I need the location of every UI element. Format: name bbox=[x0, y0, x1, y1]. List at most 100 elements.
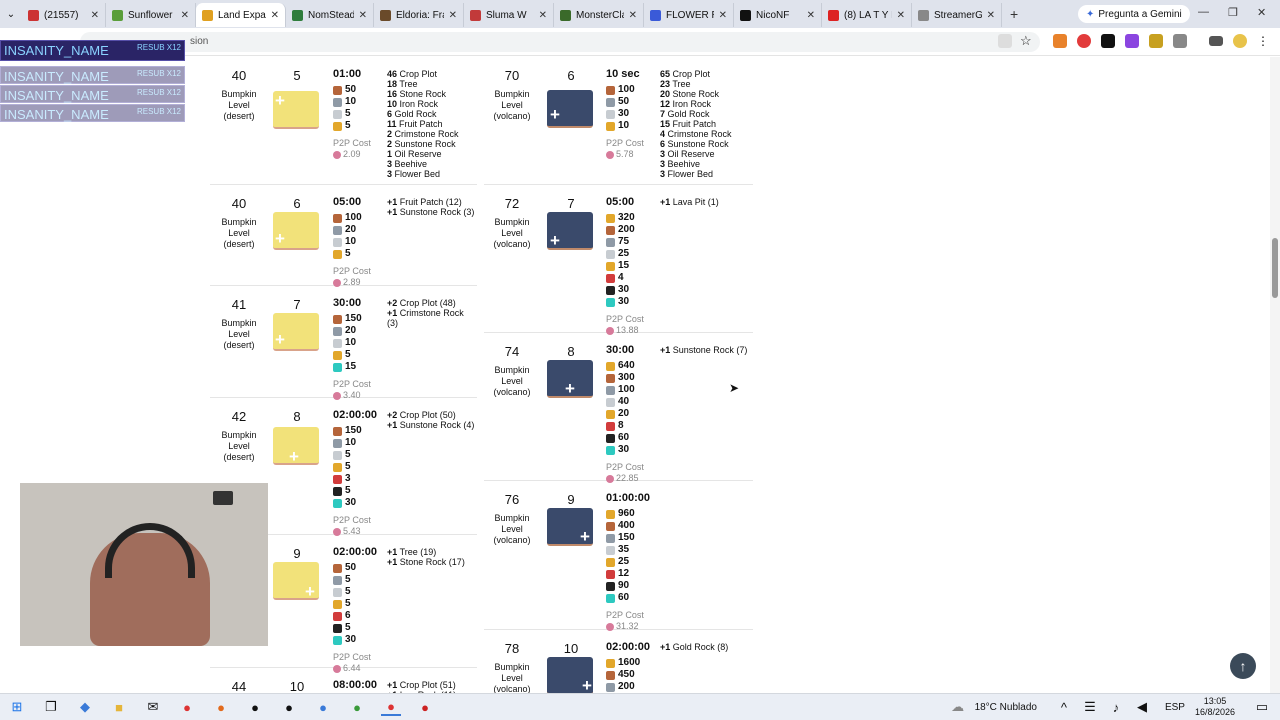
tray-chevron-icon[interactable]: ^ bbox=[1054, 698, 1074, 716]
resource-cost: 100 bbox=[606, 384, 635, 396]
diamond-icon bbox=[333, 362, 342, 372]
resource-cost: 960 bbox=[606, 508, 635, 520]
tab-8[interactable]: NicoNF ✕ bbox=[734, 3, 822, 27]
gold-icon bbox=[333, 350, 342, 360]
chat-overlay-entry: INSANITY_NAME RESUB X12 bbox=[0, 66, 185, 84]
profile-avatar[interactable] bbox=[1233, 34, 1247, 48]
tab-10[interactable]: StreamerGi ✕ bbox=[912, 3, 1002, 27]
copilot-icon[interactable]: ◆ bbox=[75, 698, 95, 716]
close-tab-icon[interactable]: ✕ bbox=[629, 10, 637, 21]
scrollbar-thumb[interactable] bbox=[1272, 238, 1278, 298]
plus-icon: + bbox=[305, 582, 315, 601]
tab-2[interactable]: Land Expan ✕ bbox=[196, 3, 286, 27]
new-tab-icon[interactable]: + bbox=[1010, 6, 1018, 22]
chrome-active-icon[interactable]: ● bbox=[381, 698, 401, 716]
iron-icon bbox=[333, 450, 342, 460]
resource-cost: 20 bbox=[333, 224, 362, 236]
node-item: 16 Stone Rock bbox=[387, 89, 447, 99]
weather-icon[interactable]: ☁ bbox=[948, 698, 968, 716]
language-indicator[interactable]: ESP bbox=[1165, 702, 1185, 713]
reading-list-icon[interactable] bbox=[1209, 36, 1223, 46]
resource-cost: 10 bbox=[333, 236, 362, 248]
translate-icon[interactable] bbox=[998, 34, 1012, 48]
tab-5[interactable]: Sluma W ✕ bbox=[464, 3, 554, 27]
page-scrollbar[interactable] bbox=[1270, 57, 1280, 693]
app-icon[interactable]: ● bbox=[313, 698, 333, 716]
scroll-to-top-button[interactable]: ↑ bbox=[1230, 653, 1256, 679]
task-view-icon[interactable]: ❐ bbox=[41, 698, 61, 716]
close-tab-icon[interactable]: ✕ bbox=[271, 10, 279, 21]
close-tab-icon[interactable]: ✕ bbox=[897, 10, 905, 21]
app-icon[interactable]: ● bbox=[245, 698, 265, 716]
resource-cost: 150 bbox=[606, 532, 635, 544]
build-time: 30:00 bbox=[606, 344, 635, 356]
close-tab-icon[interactable]: ✕ bbox=[91, 10, 99, 21]
resource-cost: 5 bbox=[333, 574, 356, 586]
resource-cost: 50 bbox=[333, 84, 356, 96]
resource-cost: 75 bbox=[606, 236, 635, 248]
app-icon[interactable]: ● bbox=[347, 698, 367, 716]
extension-icon[interactable] bbox=[1101, 34, 1115, 48]
resource-cost: 30 bbox=[606, 108, 635, 120]
close-tab-icon[interactable]: ✕ bbox=[539, 10, 547, 21]
tab-4[interactable]: Eldoria: Fra ✕ bbox=[374, 3, 464, 27]
app-icon[interactable]: ● bbox=[279, 698, 299, 716]
firefox-icon[interactable]: ● bbox=[211, 698, 231, 716]
close-window-icon[interactable]: ✕ bbox=[1257, 6, 1266, 19]
resource-cost: 90 bbox=[606, 580, 635, 592]
mail-icon[interactable]: ✉ bbox=[143, 698, 163, 716]
microphone-icon[interactable]: ♪ bbox=[1106, 698, 1126, 716]
mouse-cursor-icon: ➤ bbox=[729, 381, 740, 395]
clock[interactable]: 13:05 16/8/2026 bbox=[1195, 696, 1235, 718]
file-explorer-icon[interactable]: ■ bbox=[109, 698, 129, 716]
close-tab-icon[interactable]: ✕ bbox=[181, 10, 189, 21]
close-tab-icon[interactable]: ✕ bbox=[359, 10, 367, 21]
wood-icon bbox=[606, 225, 615, 235]
p2p-cost: P2P Cost 5.78 bbox=[606, 138, 644, 159]
address-bar[interactable]: sion bbox=[80, 32, 1040, 52]
tab-1[interactable]: Sunflower L ✕ bbox=[106, 3, 196, 27]
gold-icon bbox=[606, 658, 615, 668]
volume-icon[interactable]: ◀ bbox=[1132, 698, 1152, 716]
gemini-button[interactable]: ✦ Pregunta a Gemini bbox=[1078, 5, 1190, 23]
tab-7[interactable]: FLOWER Re ✕ bbox=[644, 3, 734, 27]
resource-cost: 320 bbox=[606, 212, 635, 224]
notification-icon[interactable]: ▭ bbox=[1252, 698, 1272, 716]
close-tab-icon[interactable]: ✕ bbox=[987, 10, 995, 21]
node-item: 46 Crop Plot bbox=[387, 69, 438, 79]
extension-icon[interactable] bbox=[1125, 34, 1139, 48]
node-list: +1 Fruit Patch (12) +1 Sunstone Rock (3) bbox=[387, 197, 474, 217]
chrome-icon[interactable]: ● bbox=[177, 698, 197, 716]
weather-text[interactable]: 18°C Nublado bbox=[975, 702, 1037, 713]
oil-icon bbox=[333, 623, 342, 633]
extension-icon[interactable] bbox=[1077, 34, 1091, 48]
node-item: 10 Iron Rock bbox=[387, 99, 439, 109]
windows-start-icon[interactable]: ⊞ bbox=[7, 698, 27, 716]
restore-icon[interactable]: ❐ bbox=[1228, 6, 1238, 19]
metamask-extension-icon[interactable] bbox=[1053, 34, 1067, 48]
resource-cost: 200 bbox=[606, 224, 635, 236]
close-tab-icon[interactable]: ✕ bbox=[719, 10, 727, 21]
tab-0[interactable]: (21557) ✕ bbox=[22, 3, 106, 27]
tab-9[interactable]: (8) LA T Y L ✕ bbox=[822, 3, 912, 27]
more-menu-icon[interactable]: ⋮ bbox=[1257, 34, 1271, 48]
tab-3[interactable]: NomStead ✕ bbox=[286, 3, 374, 27]
chat-overlay-entry: INSANITY_NAME RESUB X12 bbox=[0, 40, 185, 61]
close-tab-icon[interactable]: ✕ bbox=[449, 10, 457, 21]
bookmark-star-icon[interactable]: ☆ bbox=[1020, 33, 1034, 48]
tab-menu-chevron-icon[interactable]: ⌄ bbox=[4, 5, 18, 23]
close-tab-icon[interactable]: ✕ bbox=[807, 10, 815, 21]
resource-cost: 30 bbox=[606, 284, 635, 296]
plus-icon: + bbox=[275, 229, 285, 248]
extension-icon[interactable] bbox=[1149, 34, 1163, 48]
resource-cost: 5 bbox=[333, 248, 362, 260]
bumpkin-level-number: 72 bbox=[504, 196, 520, 211]
tab-6[interactable]: MonsterCla ✕ bbox=[554, 3, 644, 27]
wood-icon bbox=[333, 563, 342, 573]
obs-icon[interactable]: ● bbox=[415, 698, 435, 716]
network-icon[interactable]: ☰ bbox=[1080, 698, 1100, 716]
resource-list: 100 20 10 5 bbox=[333, 212, 362, 260]
favicon-icon bbox=[560, 9, 571, 21]
puzzle-extensions-icon[interactable] bbox=[1173, 34, 1187, 48]
minimize-icon[interactable]: — bbox=[1198, 6, 1209, 18]
